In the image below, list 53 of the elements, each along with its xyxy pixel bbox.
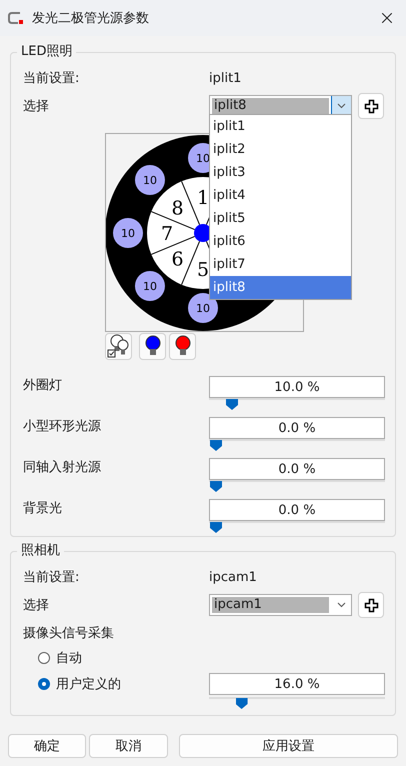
bulb-button[interactable]	[105, 332, 132, 360]
bulbs-checkbox-icon	[106, 334, 130, 358]
app-icon	[8, 12, 24, 24]
chevron-icon	[337, 602, 346, 608]
bulb-button[interactable]	[139, 332, 166, 360]
light-bulb-icon	[144, 335, 162, 357]
section-label: 摄像头信号采集	[23, 625, 115, 642]
group-title: LED照明	[20, 44, 74, 60]
slider-thumb[interactable]	[210, 440, 222, 451]
plus-icon	[364, 598, 378, 612]
value-field[interactable]: 0.0 %	[209, 417, 385, 439]
plus-icon	[364, 98, 378, 114]
current-value: iplit1	[209, 70, 242, 86]
value-field[interactable]: 16.0 %	[209, 673, 385, 695]
slider-thumb[interactable]	[236, 698, 248, 709]
value-field[interactable]: 0.0 %	[209, 499, 385, 521]
light-spot: 10	[188, 293, 218, 323]
bulb-button[interactable]	[169, 332, 196, 360]
field-label: 选择	[23, 98, 50, 115]
sector-number: 5	[196, 259, 210, 281]
radio-option[interactable]: 自动	[23, 649, 209, 667]
sector-number: 1	[196, 187, 210, 209]
radio-option[interactable]: 用户定义的	[23, 675, 209, 693]
value-field[interactable]: 0.0 %	[209, 458, 385, 480]
dropdown-item[interactable]: iplit8	[210, 276, 351, 299]
current-value: ipcam1	[209, 570, 258, 584]
add-button[interactable]	[358, 592, 384, 618]
sector-number: 7	[160, 223, 174, 245]
field-label: 选择	[23, 597, 50, 614]
dialog-button[interactable]: 应用设置	[179, 734, 398, 758]
light-spot: 10	[113, 218, 143, 248]
value-field[interactable]: 10.0 %	[209, 376, 385, 398]
light-spot: 10	[134, 164, 165, 195]
chevron-icon	[337, 103, 346, 109]
slider-label: 同轴入射光源	[23, 459, 102, 477]
window-title: 发光二极管光源参数	[32, 10, 150, 27]
slider-label: 小型环形光源	[23, 418, 102, 436]
sector-number: 6	[172, 248, 184, 270]
slider-label: 背景光	[23, 500, 63, 518]
light-spot: 10	[134, 271, 165, 302]
field-label: 当前设置:	[23, 70, 80, 87]
sector-number: 8	[172, 198, 184, 220]
field-label: 当前设置:	[23, 569, 80, 586]
slider-thumb[interactable]	[210, 522, 222, 533]
add-button[interactable]	[358, 93, 384, 119]
group-title: 照相机	[20, 543, 61, 559]
dialog-button[interactable]: 取消	[89, 734, 168, 758]
slider-label: 外圈灯	[23, 377, 63, 395]
select-dropdown[interactable]: ipcam1	[209, 594, 352, 616]
slider-thumb[interactable]	[210, 481, 222, 492]
slider-thumb[interactable]	[226, 399, 238, 410]
light-bulb-icon	[174, 335, 192, 357]
dialog-button[interactable]: 确定	[8, 734, 86, 758]
